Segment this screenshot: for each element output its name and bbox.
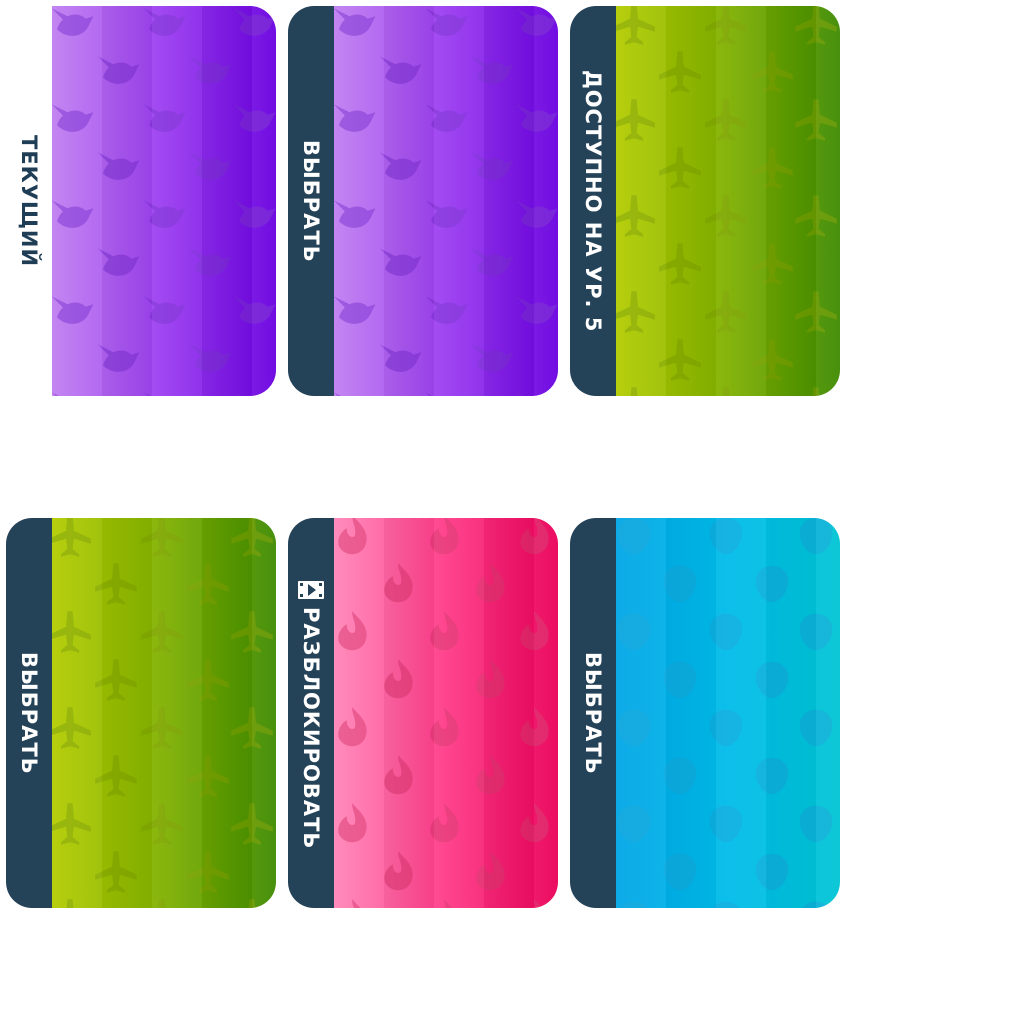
skin-preview bbox=[616, 6, 840, 396]
video-play-icon bbox=[298, 577, 324, 603]
locked-strip: ДОСТУПНО НА УР. 5 bbox=[570, 6, 616, 396]
select-label: ВЫБРАТЬ bbox=[17, 651, 41, 775]
skin-card-green[interactable]: ВЫБРАТЬ bbox=[6, 518, 276, 908]
skin-preview[interactable] bbox=[52, 518, 276, 908]
card-status-strip: ТЕКУЩИЙ bbox=[6, 6, 52, 396]
current-label: ТЕКУЩИЙ bbox=[17, 134, 41, 267]
stripe-overlay bbox=[334, 6, 558, 396]
select-button[interactable]: ВЫБРАТЬ bbox=[6, 518, 52, 908]
skin-card-green-locked: ДОСТУПНО НА УР. 5 bbox=[570, 6, 840, 396]
select-label: ВЫБРАТЬ bbox=[299, 139, 323, 263]
stripe-overlay bbox=[52, 6, 276, 396]
skin-card-blue[interactable]: ВЫБРАТЬ bbox=[570, 518, 840, 908]
unlock-button[interactable]: РАЗБЛОКИРОВАТЬ bbox=[288, 518, 334, 908]
skin-card-pink[interactable]: РАЗБЛОКИРОВАТЬ bbox=[288, 518, 558, 908]
skin-card-purple[interactable]: ВЫБРАТЬ bbox=[288, 6, 558, 396]
skin-preview[interactable] bbox=[616, 518, 840, 908]
level-requirement-label: ДОСТУПНО НА УР. 5 bbox=[581, 69, 605, 333]
stripe-overlay bbox=[616, 518, 840, 908]
skin-preview bbox=[52, 6, 276, 396]
stripe-overlay bbox=[334, 518, 558, 908]
skin-preview[interactable] bbox=[334, 518, 558, 908]
stripe-overlay bbox=[616, 6, 840, 396]
stripe-overlay bbox=[52, 518, 276, 908]
skin-preview[interactable] bbox=[334, 6, 558, 396]
select-label: ВЫБРАТЬ bbox=[581, 651, 605, 775]
unlock-label: РАЗБЛОКИРОВАТЬ bbox=[299, 606, 323, 850]
select-button[interactable]: ВЫБРАТЬ bbox=[288, 6, 334, 396]
select-button[interactable]: ВЫБРАТЬ bbox=[570, 518, 616, 908]
skin-card-purple-current: ТЕКУЩИЙ bbox=[6, 6, 276, 396]
